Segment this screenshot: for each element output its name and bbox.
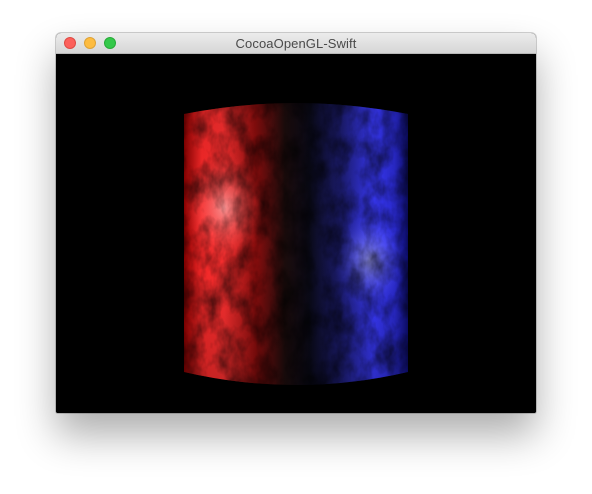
window-title: CocoaOpenGL-Swift [235,36,357,51]
title-bar[interactable]: CocoaOpenGL-Swift [56,33,536,54]
app-window: CocoaOpenGL-Swift [56,33,536,413]
cylinder-render [184,103,408,385]
opengl-viewport[interactable] [56,54,536,413]
